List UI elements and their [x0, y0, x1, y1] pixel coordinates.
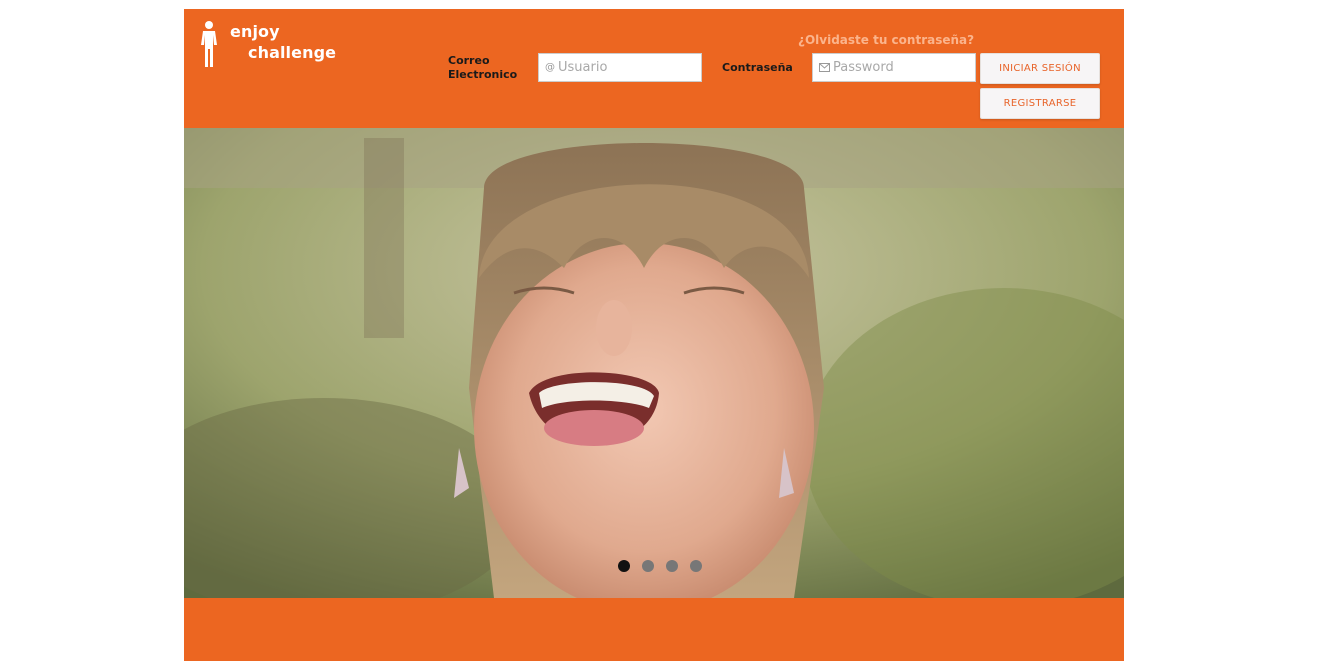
password-input[interactable] — [833, 60, 963, 75]
email-label: Correo Electronico — [448, 54, 518, 81]
logo-text: enjoy challenge — [230, 21, 336, 63]
page: enjoy challenge ¿Olvidaste tu contraseña… — [184, 9, 1124, 661]
login-button[interactable]: INICIAR SESIÓN — [980, 53, 1100, 84]
hero-carousel-image — [184, 128, 1124, 598]
logo-line-2: challenge — [248, 43, 337, 62]
carousel-dot-3[interactable] — [666, 560, 678, 572]
carousel-indicators — [618, 560, 702, 572]
email-field[interactable]: @ — [538, 53, 702, 82]
password-field[interactable] — [812, 53, 976, 82]
password-label: Contraseña — [722, 61, 793, 74]
forgot-password-link[interactable]: ¿Olvidaste tu contraseña? — [798, 33, 974, 47]
carousel-dot-2[interactable] — [642, 560, 654, 572]
carousel-dot-1[interactable] — [618, 560, 630, 572]
footer-bar — [184, 598, 1124, 661]
email-input[interactable] — [558, 60, 688, 75]
carousel-dot-4[interactable] — [690, 560, 702, 572]
envelope-icon — [819, 63, 830, 72]
header-bar: enjoy challenge ¿Olvidaste tu contraseña… — [184, 9, 1124, 128]
register-button[interactable]: REGISTRARSE — [980, 88, 1100, 119]
logo-line-1: enjoy — [230, 22, 280, 41]
hero-photo — [184, 128, 1124, 598]
at-icon: @ — [545, 61, 555, 73]
person-logo-icon — [201, 21, 217, 67]
logo[interactable]: enjoy challenge — [198, 21, 336, 67]
